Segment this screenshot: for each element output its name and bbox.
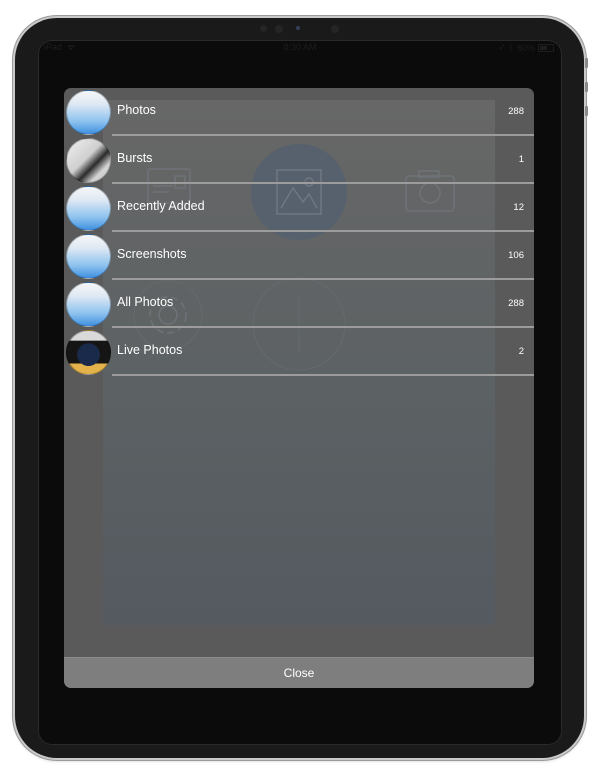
album-thumbnail [66,282,111,327]
album-count: 288 [508,298,524,309]
album-thumbnail [66,186,111,231]
close-button[interactable]: Close [64,657,534,688]
battery-fill [540,45,548,50]
sensor-dot [260,25,267,32]
album-count: 12 [513,202,524,213]
album-thumbnail [66,138,111,183]
album-name: Recently Added [117,199,205,213]
album-name: Screenshots [117,247,187,261]
album-row-screenshots[interactable]: Screenshots 106 [64,232,534,280]
album-name: Bursts [117,151,153,165]
power-button [585,106,588,116]
album-row-photos[interactable]: Photos 288 [64,88,534,136]
album-count: 1 [518,154,524,165]
album-row-bursts[interactable]: Bursts 1 [64,136,534,184]
sensor-dot [331,25,339,33]
album-thumbnail [66,330,111,375]
album-name: Live Photos [117,343,183,357]
album-name: All Photos [117,295,174,309]
album-count: 288 [508,106,524,117]
album-row-live-photos[interactable]: Live Photos 2 [64,328,534,376]
status-time: 8:30 AM [283,42,317,52]
bluetooth-icon: ᛒ [508,42,514,53]
album-thumbnail [66,90,111,135]
front-camera-icon [296,26,300,30]
album-name: Photos [117,103,156,117]
status-bar: iPad 8:30 AM ➶ ᛒ 60% [38,40,562,54]
ipad-device-frame: iPad 8:30 AM ➶ ᛒ 60% Photos 288 Bursts 1… [15,18,588,758]
sensor-dot [275,25,283,33]
volume-up-button [585,58,588,68]
volume-down-button [585,82,588,92]
album-picker-panel: Photos 288 Bursts 1 Recently Added 12 Screensh… [64,88,534,688]
battery-icon [538,43,554,52]
album-thumbnail [66,234,111,279]
album-row-all-photos[interactable]: All Photos 288 [64,280,534,328]
row-separator [112,374,534,376]
screen: iPad 8:30 AM ➶ ᛒ 60% Photos 288 Bursts 1… [38,40,562,745]
album-count: 106 [508,250,524,261]
album-count: 2 [518,346,524,357]
battery-percent: 60% [516,42,535,53]
album-row-recently-added[interactable]: Recently Added 12 [64,184,534,232]
location-arrow-icon: ➶ [498,42,506,52]
